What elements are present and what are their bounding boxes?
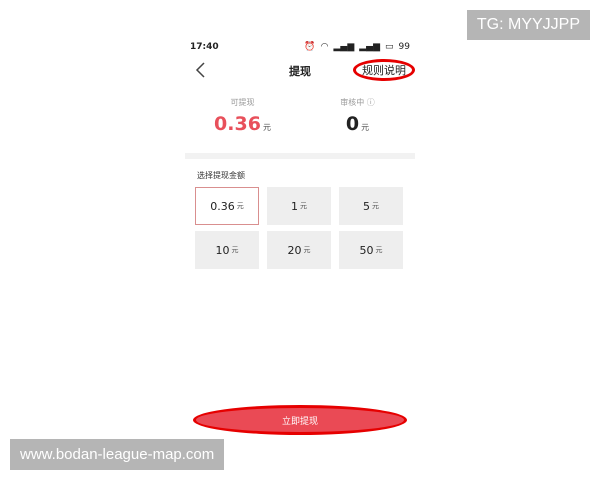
amount-unit: 元: [300, 202, 307, 210]
amount-value: 10: [215, 243, 230, 257]
battery-level: 99: [398, 41, 410, 52]
reviewing-label-text: 审核中: [340, 98, 365, 107]
amount-value: 50: [359, 243, 374, 257]
amount-section-label: 选择提现金额: [197, 171, 245, 180]
reviewing-amount: 0: [345, 113, 360, 135]
amount-unit: 元: [375, 246, 383, 254]
status-time: 17:40: [190, 42, 219, 52]
wifi-icon: ◠: [320, 41, 329, 52]
amount-option[interactable]: 50 元: [339, 231, 403, 269]
amount-unit: 元: [372, 202, 379, 210]
reviewing-value: 0元: [300, 113, 415, 135]
watermark-bottom-left: www.bodan-league-map.com: [10, 439, 225, 470]
amount-unit: 元: [231, 246, 239, 254]
amount-value: 20: [287, 243, 302, 257]
amount-option[interactable]: 5元: [339, 187, 403, 225]
amount-options: 0.36 元 1元 5元 10 元 20 元 50 元: [195, 187, 405, 269]
alarm-icon: ⏰: [304, 41, 316, 52]
signal-icon: ▂▄▆: [359, 41, 381, 52]
amount-value: 0.36: [210, 199, 235, 213]
reviewing-balance: 审核中 ⓘ 0元: [300, 97, 415, 157]
amount-unit: 元: [303, 246, 311, 254]
available-value: 0.36 元: [185, 113, 300, 135]
battery-icon: ▭: [385, 41, 394, 52]
amount-option[interactable]: 10 元: [195, 231, 259, 269]
available-balance: 可提现 0.36 元: [185, 97, 300, 157]
available-label: 可提现: [230, 98, 255, 107]
amount-value: 5: [363, 199, 370, 213]
withdraw-now-button[interactable]: 立即提现: [193, 405, 407, 435]
balance-summary: 可提现 0.36 元 审核中 ⓘ 0元: [185, 97, 415, 157]
amount-option[interactable]: 1元: [267, 187, 331, 225]
amount-unit: 元: [236, 202, 244, 210]
available-amount: 0.36: [214, 113, 261, 135]
rules-link[interactable]: 规则说明: [353, 59, 415, 81]
reviewing-unit: 元: [361, 123, 370, 132]
section-divider: [185, 153, 415, 159]
status-icons: ⏰ ◠ ▂▄▆ ▂▄▆ ▭ 99: [304, 41, 410, 52]
status-bar: 17:40 ⏰ ◠ ▂▄▆ ▂▄▆ ▭ 99: [190, 40, 410, 54]
available-unit: 元: [262, 123, 271, 132]
amount-value: 1: [291, 199, 298, 213]
reviewing-label: 审核中 ⓘ: [300, 97, 415, 108]
nav-bar: 提现 规则说明: [185, 57, 415, 85]
amount-option[interactable]: 20 元: [267, 231, 331, 269]
question-circle-icon[interactable]: ⓘ: [367, 98, 375, 107]
amount-option[interactable]: 0.36 元: [195, 187, 259, 225]
signal-icon: ▂▄▆: [333, 41, 355, 52]
phone-screen: 17:40 ⏰ ◠ ▂▄▆ ▂▄▆ ▭ 99 提现 规则说明 可提现 0.36 元…: [185, 35, 415, 440]
watermark-top-right: TG: MYYJJPP: [466, 10, 590, 40]
